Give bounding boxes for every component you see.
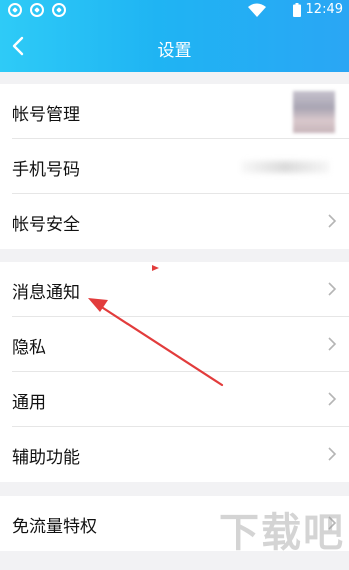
settings-item-label: 消息通知 bbox=[12, 283, 80, 303]
settings-item-phone-number[interactable]: 手机号码 bbox=[0, 139, 349, 194]
watermark-logo: 下载吧 bbox=[219, 510, 345, 556]
settings-item-label: 手机号码 bbox=[12, 160, 80, 180]
settings-item-account-management[interactable]: 帐号管理 bbox=[0, 84, 349, 139]
chevron-right-icon bbox=[328, 447, 337, 461]
battery-icon bbox=[293, 3, 301, 17]
settings-item-label: 辅助功能 bbox=[12, 448, 80, 468]
notification-icon bbox=[52, 3, 66, 17]
settings-item-label: 通用 bbox=[12, 393, 46, 413]
wifi-icon bbox=[248, 3, 266, 17]
settings-item-account-security[interactable]: 帐号安全 bbox=[0, 194, 349, 249]
status-bar: 12:49 bbox=[0, 0, 349, 22]
settings-item-label: 免流量特权 bbox=[12, 517, 97, 537]
avatar bbox=[293, 91, 335, 133]
chevron-right-icon bbox=[328, 282, 337, 296]
chevron-right-icon bbox=[328, 392, 337, 406]
settings-item-label: 帐号安全 bbox=[12, 215, 80, 235]
app-header: 12:49 设置 bbox=[0, 0, 349, 72]
notification-icon bbox=[30, 3, 44, 17]
watermark: 下载吧 bbox=[215, 498, 345, 560]
settings-item-label: 帐号管理 bbox=[12, 105, 80, 125]
masked-phone-value bbox=[241, 161, 329, 173]
settings-item-accessibility[interactable]: 辅助功能 bbox=[0, 427, 349, 482]
settings-item-general[interactable]: 通用 bbox=[0, 372, 349, 427]
settings-item-privacy[interactable]: 隐私 bbox=[0, 317, 349, 372]
annotation-marker bbox=[152, 265, 159, 271]
notification-icon bbox=[8, 3, 22, 17]
settings-item-label: 隐私 bbox=[12, 338, 46, 358]
settings-item-notifications[interactable]: 消息通知 bbox=[0, 262, 349, 317]
chevron-right-icon bbox=[328, 337, 337, 351]
watermark-text: 下载吧 bbox=[219, 510, 345, 556]
chevron-right-icon bbox=[328, 214, 337, 228]
page-title: 设置 bbox=[157, 41, 192, 61]
status-time: 12:49 bbox=[305, 2, 343, 17]
